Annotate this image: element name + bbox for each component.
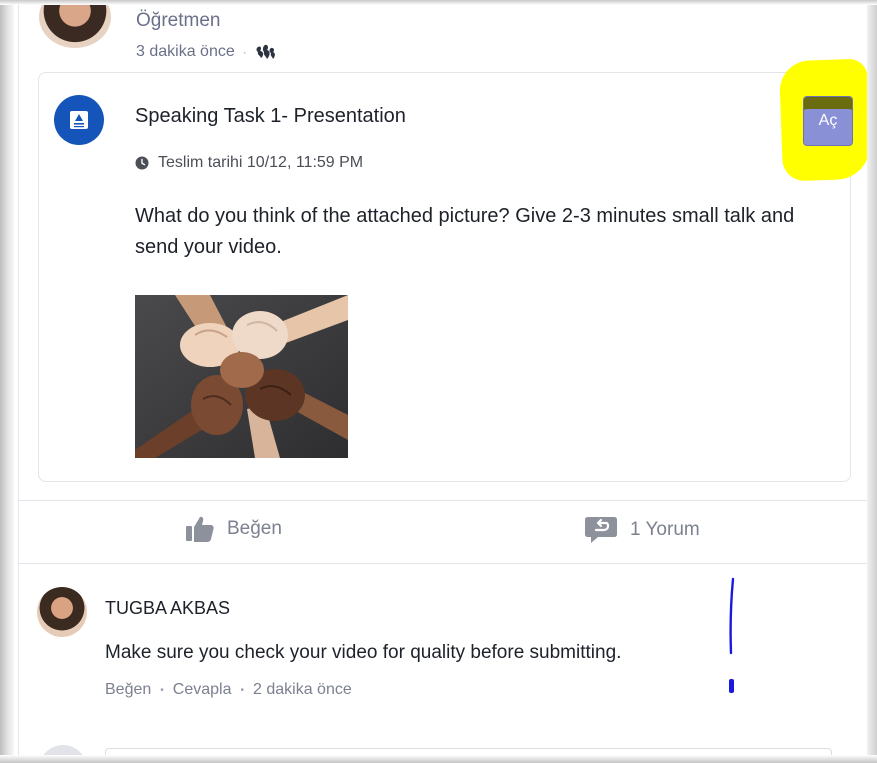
- divider: [19, 500, 868, 501]
- pen-annotation: [729, 577, 735, 693]
- separator: ·: [242, 45, 247, 59]
- screenshot-frame: Öğretmen 3 dakika önce · Speaking Task 1…: [0, 0, 877, 763]
- comment-count-button[interactable]: 1 Yorum: [584, 515, 700, 545]
- comment-like-link[interactable]: Beğen: [105, 681, 151, 699]
- thumbs-up-icon: [186, 516, 214, 542]
- like-label: Beğen: [227, 518, 282, 539]
- assignment-title[interactable]: Speaking Task 1- Presentation: [135, 105, 406, 128]
- post-card: Öğretmen 3 dakika önce · Speaking Task 1…: [18, 0, 872, 763]
- comment-time: 2 dakika önce: [253, 681, 352, 698]
- avatar[interactable]: [39, 0, 111, 48]
- post-author-role: Öğretmen: [136, 10, 221, 31]
- comment-count-label: 1 Yorum: [630, 519, 700, 540]
- comment-icon: [585, 517, 617, 543]
- comment-avatar[interactable]: [37, 587, 87, 637]
- post-time[interactable]: 3 dakika önce: [136, 43, 235, 61]
- assignment-icon: [54, 95, 104, 145]
- due-date: Teslim tarihi 10/12, 11:59 PM: [135, 154, 363, 172]
- attached-image[interactable]: [135, 295, 348, 458]
- clock-icon: [135, 156, 149, 170]
- separator: •: [160, 684, 164, 696]
- due-date-label: Teslim tarihi 10/12, 11:59 PM: [158, 154, 364, 171]
- comment-reply-link[interactable]: Cevapla: [173, 681, 232, 699]
- window-edge: [867, 0, 877, 763]
- like-button[interactable]: Beğen: [185, 515, 282, 543]
- comment-meta: Beğen • Cevapla • 2 dakika önce: [105, 681, 352, 699]
- window-edge: [0, 755, 877, 763]
- group-icon: [255, 43, 277, 61]
- window-edge: [0, 0, 14, 763]
- open-button[interactable]: Aç: [803, 96, 853, 146]
- assignment-description: What do you think of the attached pictur…: [135, 205, 795, 258]
- comment-author[interactable]: TUGBA AKBAS: [105, 598, 230, 619]
- assignment-card: Speaking Task 1- Presentation Teslim tar…: [38, 72, 851, 482]
- window-edge: [0, 0, 877, 5]
- separator: •: [240, 684, 244, 696]
- post-meta: 3 dakika önce ·: [136, 43, 277, 61]
- divider: [19, 563, 868, 564]
- comment-text: Make sure you check your video for quali…: [105, 642, 622, 663]
